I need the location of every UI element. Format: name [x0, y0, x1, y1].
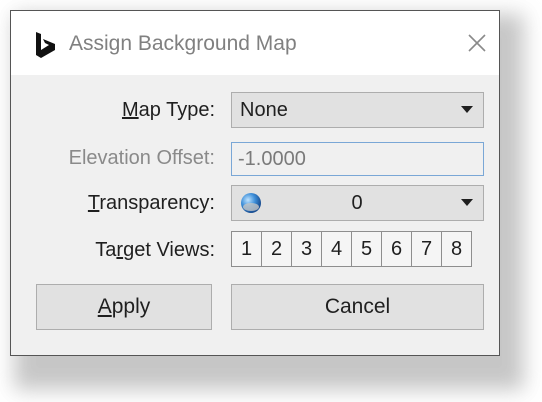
map-type-label-rest: ap Type: [138, 99, 215, 121]
chevron-down-icon [461, 199, 473, 206]
elevation-offset-input[interactable]: -1.0000 [231, 142, 484, 176]
transparency-dropdown[interactable]: 0 [231, 185, 484, 221]
view-button-2[interactable]: 2 [261, 231, 292, 267]
view-button-6[interactable]: 6 [381, 231, 412, 267]
view-button-8[interactable]: 8 [441, 231, 472, 267]
dialog-title: Assign Background Map [69, 32, 297, 55]
view-button-7[interactable]: 7 [411, 231, 442, 267]
apply-button-rest: pply [111, 295, 151, 318]
view-button-3[interactable]: 3 [291, 231, 322, 267]
transparency-label-mnemonic: T [87, 192, 100, 214]
map-type-dropdown[interactable]: None [231, 92, 484, 128]
transparency-value: 0 [351, 192, 363, 214]
cancel-button[interactable]: Cancel [231, 284, 484, 330]
view-button-4[interactable]: 4 [321, 231, 352, 267]
target-views-label-rest: get Views: [123, 239, 215, 261]
map-type-value: None [240, 99, 288, 121]
view-button-1[interactable]: 1 [231, 231, 262, 267]
map-type-label: Map Type: [122, 96, 215, 124]
transparency-label-rest: ransparency: [99, 192, 215, 214]
apply-button[interactable]: Apply [36, 284, 212, 330]
title-bar: Assign Background Map [11, 11, 499, 75]
apply-button-mnemonic: A [97, 295, 112, 318]
view-button-5[interactable]: 5 [351, 231, 382, 267]
close-icon[interactable] [464, 30, 490, 56]
transparency-label: Transparency: [88, 189, 215, 217]
map-type-label-mnemonic: M [121, 99, 139, 121]
bing-logo-icon [36, 32, 55, 58]
target-views-label-pre: Ta [95, 239, 117, 261]
chevron-down-icon [461, 106, 473, 113]
assign-background-map-dialog: Assign Background Map Map Type: None Ele… [10, 10, 500, 356]
elevation-offset-label: Elevation Offset: [68, 147, 215, 169]
target-views-label: Target Views: [95, 236, 215, 264]
target-views-group: 1 2 3 4 5 6 7 8 [231, 231, 472, 267]
